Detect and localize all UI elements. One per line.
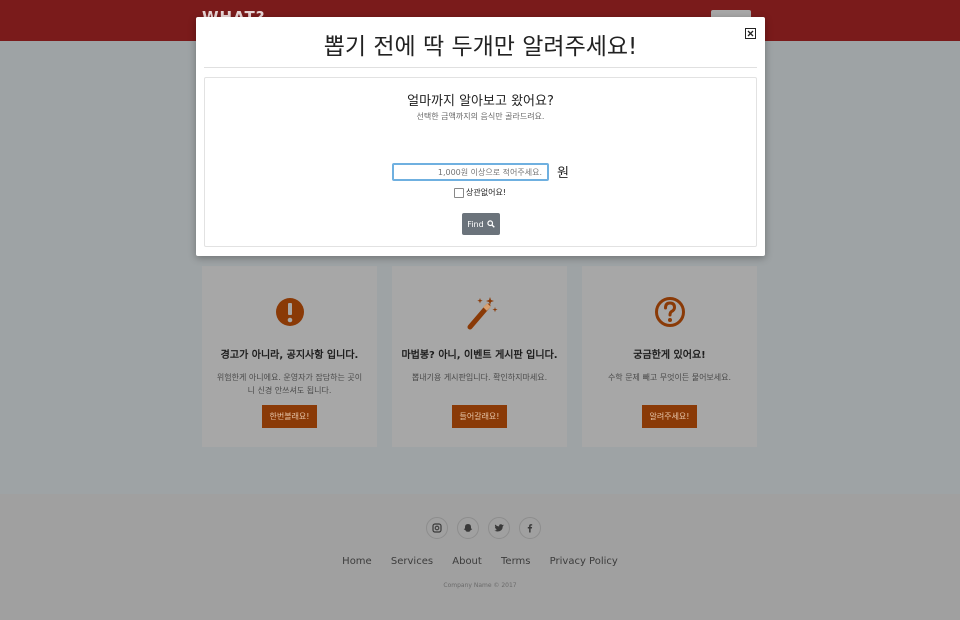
question-subtitle: 선택한 금액까지의 음식만 골라드려요. [416, 112, 545, 121]
modal-divider [204, 67, 757, 68]
footer-link-about[interactable]: About [452, 556, 482, 567]
modal-title: 뽑기 전에 딱 두개만 알려주세요! [323, 34, 638, 60]
copyright: Company Name © 2017 [443, 582, 517, 589]
question-panel: 얼마까지 알아보고 왔어요? 선택한 금액까지의 음식만 골라드려요. 원 상관… [204, 77, 757, 247]
price-modal: 뽑기 전에 딱 두개만 알려주세요! 얼마까지 알아보고 왔어요? 선택한 금액… [196, 17, 765, 256]
question-circle-icon [654, 297, 685, 327]
snapchat-icon[interactable] [457, 517, 479, 539]
card-event-button[interactable]: 들어갈래요! [452, 405, 507, 428]
card-notice-button[interactable]: 한번볼래요! [262, 405, 317, 428]
card-description: 위험한게 아니에요. 운영자가 잡담하는 곳이니 신경 안쓰셔도 됩니다. [216, 373, 363, 395]
card-question-button[interactable]: 알려주세요! [642, 405, 697, 428]
card-description: 뽑내기용 게시판입니다. 확인하지마세요. [411, 373, 548, 382]
facebook-icon[interactable] [519, 517, 541, 539]
search-icon [486, 220, 495, 228]
magic-wand-icon [467, 297, 498, 330]
footer-links: Home Services About Terms Privacy Policy [0, 556, 960, 567]
card-title: 마법봉? 아니, 이벤트 게시판 입니다. [401, 350, 558, 361]
twitter-icon[interactable] [488, 517, 510, 539]
exclamation-circle-icon [275, 298, 304, 326]
close-icon[interactable] [745, 28, 756, 39]
checkbox-label[interactable]: 상관없어요! [466, 187, 506, 198]
find-button[interactable]: Find [462, 213, 500, 235]
any-price-checkbox[interactable] [454, 188, 464, 198]
card-title: 궁금한게 있어요! [633, 350, 706, 361]
find-label: Find [467, 219, 484, 229]
footer-link-services[interactable]: Services [391, 556, 433, 567]
card-notice: 경고가 아니라, 공지사항 입니다. 위험한게 아니에요. 운영자가 잡담하는 … [202, 266, 377, 447]
currency-label: 원 [557, 166, 569, 181]
card-question: 궁금한게 있어요! 수학 문제 빼고 무엇이든 물어보세요. 알려주세요! [582, 266, 757, 447]
card-event: 마법봉? 아니, 이벤트 게시판 입니다. 뽑내기용 게시판입니다. 확인하지마… [392, 266, 567, 447]
footer-link-home[interactable]: Home [342, 556, 372, 567]
price-input[interactable] [392, 163, 549, 181]
card-description: 수학 문제 빼고 무엇이든 물어보세요. [607, 373, 732, 382]
card-title: 경고가 아니라, 공지사항 입니다. [220, 350, 359, 361]
question-title: 얼마까지 알아보고 왔어요? [407, 94, 554, 109]
footer-link-terms[interactable]: Terms [501, 556, 530, 567]
social-links [426, 517, 541, 539]
instagram-icon[interactable] [426, 517, 448, 539]
footer-link-privacy[interactable]: Privacy Policy [550, 556, 618, 567]
